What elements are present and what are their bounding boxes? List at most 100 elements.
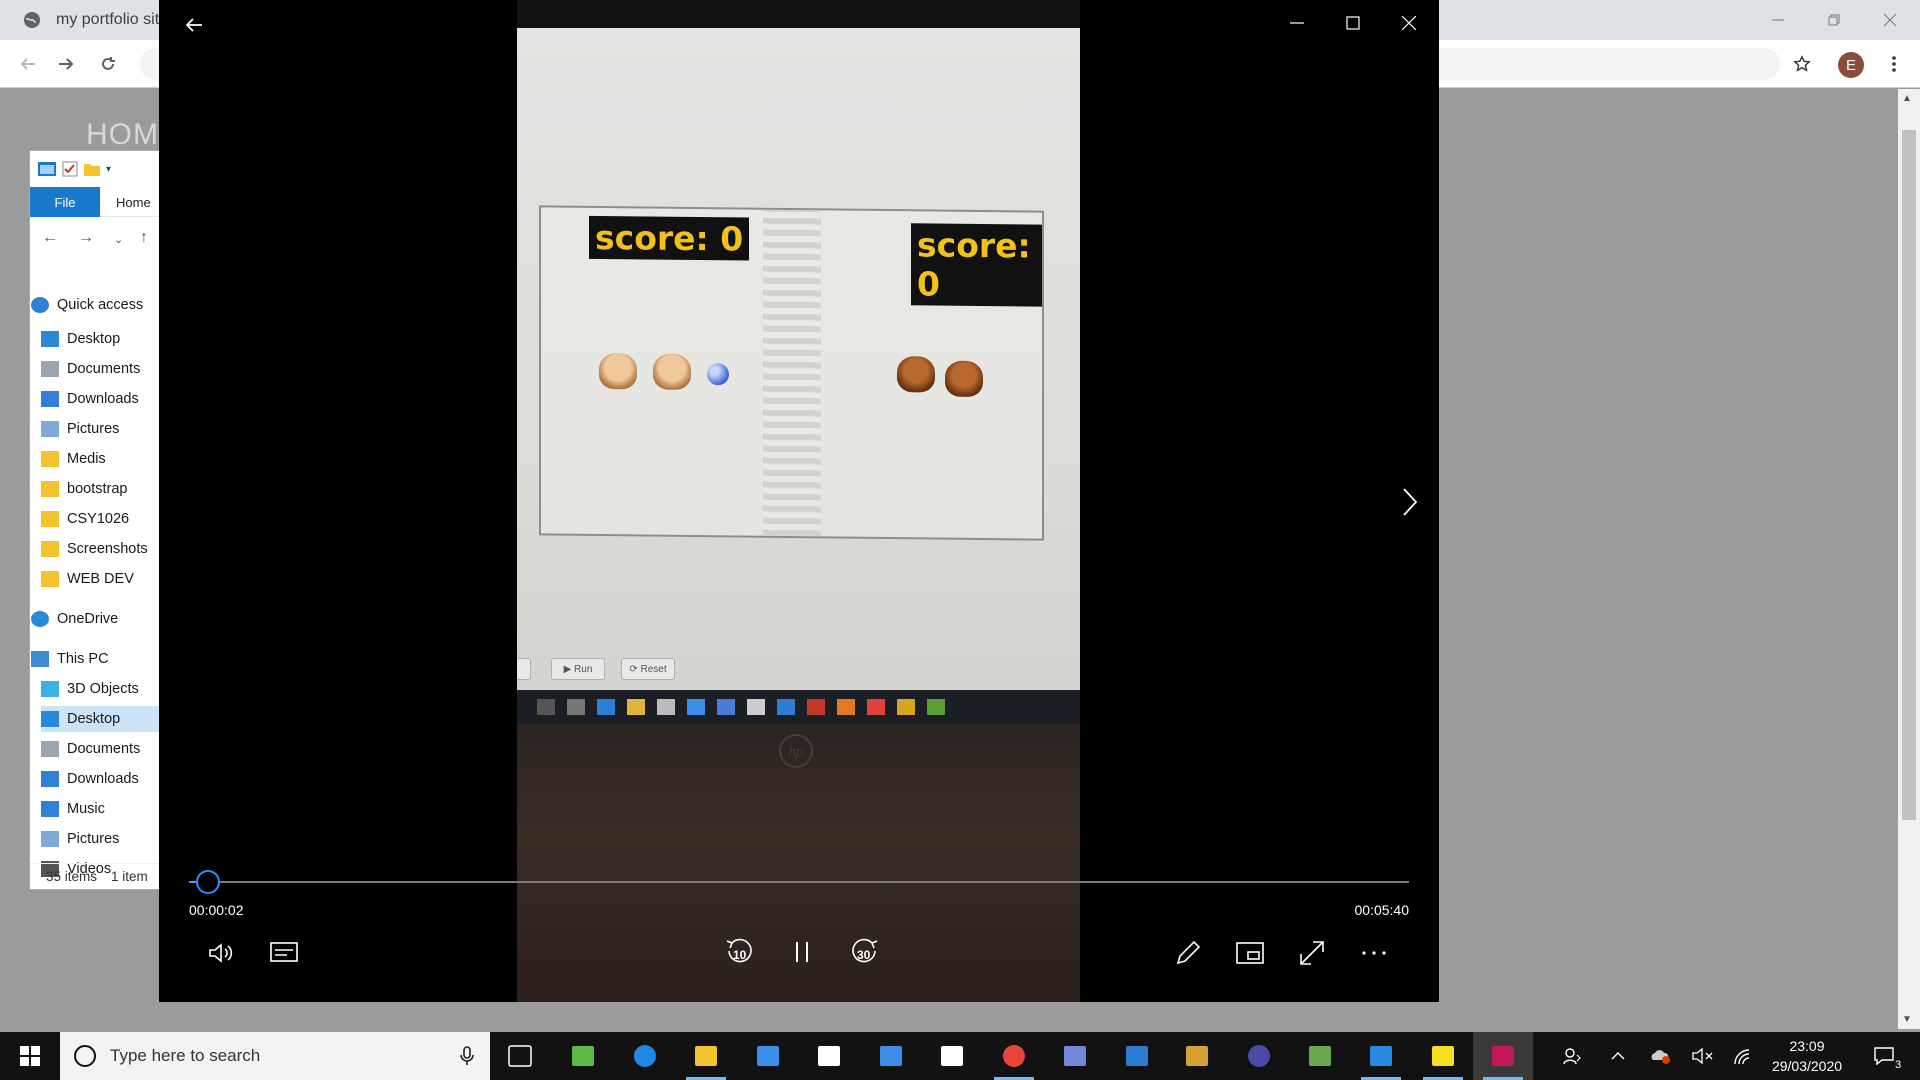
nav-item-onedrive[interactable]: OneDrive — [31, 606, 163, 632]
windows-logo-icon — [20, 1046, 40, 1066]
nav-item-quick-access[interactable]: Quick access — [31, 292, 163, 318]
recorded-taskbar-icon — [807, 699, 825, 715]
player-minimize-button[interactable] — [1279, 8, 1315, 38]
page-heading: HOM — [86, 118, 159, 151]
browser-restore-button[interactable] — [1816, 6, 1852, 34]
bookmark-star-icon[interactable] — [1788, 50, 1816, 78]
nav-item-desktop[interactable]: Desktop — [41, 706, 163, 732]
explorer-forward-icon[interactable]: → — [78, 229, 94, 247]
onedrive-error-icon[interactable] — [1646, 1032, 1676, 1080]
task-view-icon[interactable] — [490, 1032, 550, 1080]
recorded-taskbar-icon — [717, 699, 735, 715]
edge-icon[interactable] — [615, 1032, 675, 1080]
star-icon — [31, 297, 49, 313]
seek-bar-thumb[interactable] — [196, 870, 220, 894]
movies-tv-icon[interactable] — [1473, 1032, 1533, 1080]
nav-item-downloads[interactable]: Downloads — [41, 386, 163, 412]
nav-item-screenshots[interactable]: Screenshots — [41, 536, 163, 562]
nav-item-label: Pictures — [67, 421, 120, 437]
player-maximize-button[interactable] — [1335, 8, 1371, 38]
reload-icon[interactable] — [94, 50, 122, 78]
explorer-back-icon[interactable]: ← — [42, 229, 58, 247]
action-center-icon[interactable] — [1864, 1032, 1904, 1080]
fullscreen-icon[interactable] — [1295, 936, 1329, 970]
documents-icon — [41, 741, 59, 757]
next-item-chevron-icon[interactable] — [1395, 482, 1425, 522]
nav-item-label: Desktop — [67, 711, 121, 727]
sticky-notes-icon[interactable] — [1413, 1032, 1473, 1080]
nav-item-label: Documents — [67, 741, 141, 757]
file-tab[interactable]: File — [30, 187, 100, 217]
chrome-icon[interactable] — [984, 1032, 1044, 1080]
selected-count: 1 item — [111, 869, 148, 884]
scrollbar-thumb[interactable] — [1902, 130, 1916, 820]
store-icon[interactable] — [799, 1032, 859, 1080]
system-clock[interactable]: 23:09 29/03/2020 — [1770, 1032, 1844, 1080]
mini-view-icon[interactable] — [1233, 936, 1267, 970]
nav-item-bootstrap[interactable]: bootstrap — [41, 476, 163, 502]
scroll-up-arrow-icon[interactable]: ▲ — [1902, 93, 1912, 104]
dropbox-icon[interactable] — [922, 1032, 982, 1080]
home-tab[interactable]: Home — [116, 187, 151, 217]
vscode-icon[interactable] — [1351, 1032, 1411, 1080]
git-kraken-icon[interactable] — [1167, 1032, 1227, 1080]
nav-item-csy1026[interactable]: CSY1026 — [41, 506, 163, 532]
up-folder-icon[interactable]: ↑ — [140, 229, 148, 247]
file-explorer-icon-glyph — [695, 1046, 717, 1066]
pause-icon[interactable] — [785, 934, 819, 970]
nav-item-documents[interactable]: Documents — [41, 736, 163, 762]
volume-icon[interactable] — [205, 938, 239, 968]
app-window-icon[interactable] — [1107, 1032, 1167, 1080]
nav-item-pictures[interactable]: Pictures — [41, 416, 163, 442]
mail-icon[interactable] — [861, 1032, 921, 1080]
scroll-down-arrow-icon[interactable]: ▼ — [1902, 1014, 1912, 1025]
browser-minimize-button[interactable] — [1760, 6, 1796, 34]
nav-item-medis[interactable]: Medis — [41, 446, 163, 472]
start-button[interactable] — [0, 1032, 60, 1080]
browser-menu-icon[interactable] — [1880, 50, 1908, 78]
properties-icon[interactable] — [62, 161, 78, 177]
subtitles-icon[interactable] — [267, 938, 301, 968]
people-icon[interactable] — [1556, 1032, 1588, 1080]
footprint-app-icon[interactable] — [553, 1032, 613, 1080]
nav-item-label: Downloads — [67, 391, 139, 407]
player-back-icon[interactable] — [179, 10, 209, 40]
nav-item-music[interactable]: Music — [41, 796, 163, 822]
nav-item-documents[interactable]: Documents — [41, 356, 163, 382]
nav-item-downloads[interactable]: Downloads — [41, 766, 163, 792]
video-frame[interactable]: score: 0 score: 0 ▶ Run ⟳ Reset hp — [517, 0, 1080, 1002]
more-options-icon[interactable] — [1357, 936, 1391, 970]
speaker-muted-icon[interactable] — [1688, 1032, 1718, 1080]
player-close-button[interactable] — [1391, 8, 1427, 38]
folder-icon — [41, 571, 59, 587]
customize-toolbar-icon[interactable]: ▾ — [106, 164, 111, 175]
explorer-quick-access-toolbar: ▾ — [30, 151, 163, 187]
discord-icon[interactable] — [1045, 1032, 1105, 1080]
video-player-window: score: 0 score: 0 ▶ Run ⟳ Reset hp 00:00… — [159, 0, 1439, 1002]
seek-bar[interactable] — [189, 881, 1409, 883]
visual-studio-icon[interactable] — [738, 1032, 798, 1080]
back-arrow-icon[interactable] — [14, 50, 42, 78]
nav-item-desktop[interactable]: Desktop — [41, 326, 163, 352]
taskbar-search-box[interactable]: Type here to search — [60, 1032, 490, 1080]
nav-item-this-pc[interactable]: This PC — [31, 646, 163, 672]
gimp-icon[interactable] — [1290, 1032, 1350, 1080]
microphone-icon[interactable] — [460, 1046, 474, 1066]
rewind-seconds-label: 10 — [733, 948, 747, 962]
new-folder-icon[interactable] — [84, 162, 100, 176]
nav-item-pictures[interactable]: Pictures — [41, 826, 163, 852]
profile-avatar[interactable]: E — [1838, 52, 1864, 78]
show-hidden-icons-chevron[interactable] — [1604, 1032, 1632, 1080]
file-explorer-icon[interactable] — [676, 1032, 736, 1080]
nav-item-label: This PC — [57, 651, 109, 667]
wifi-icon[interactable] — [1728, 1032, 1758, 1080]
app-window-icon-glyph — [1126, 1046, 1148, 1066]
vscode-icon-glyph — [1370, 1046, 1392, 1066]
recent-locations-icon[interactable]: ⌄ — [114, 233, 123, 246]
forward-arrow-icon[interactable] — [52, 50, 80, 78]
browser-close-button[interactable] — [1872, 6, 1908, 34]
nav-item-3d-objects[interactable]: 3D Objects — [41, 676, 163, 702]
edit-pencil-icon[interactable] — [1171, 936, 1205, 970]
nav-item-web-dev[interactable]: WEB DEV — [41, 566, 163, 592]
eclipse-icon[interactable] — [1229, 1032, 1289, 1080]
